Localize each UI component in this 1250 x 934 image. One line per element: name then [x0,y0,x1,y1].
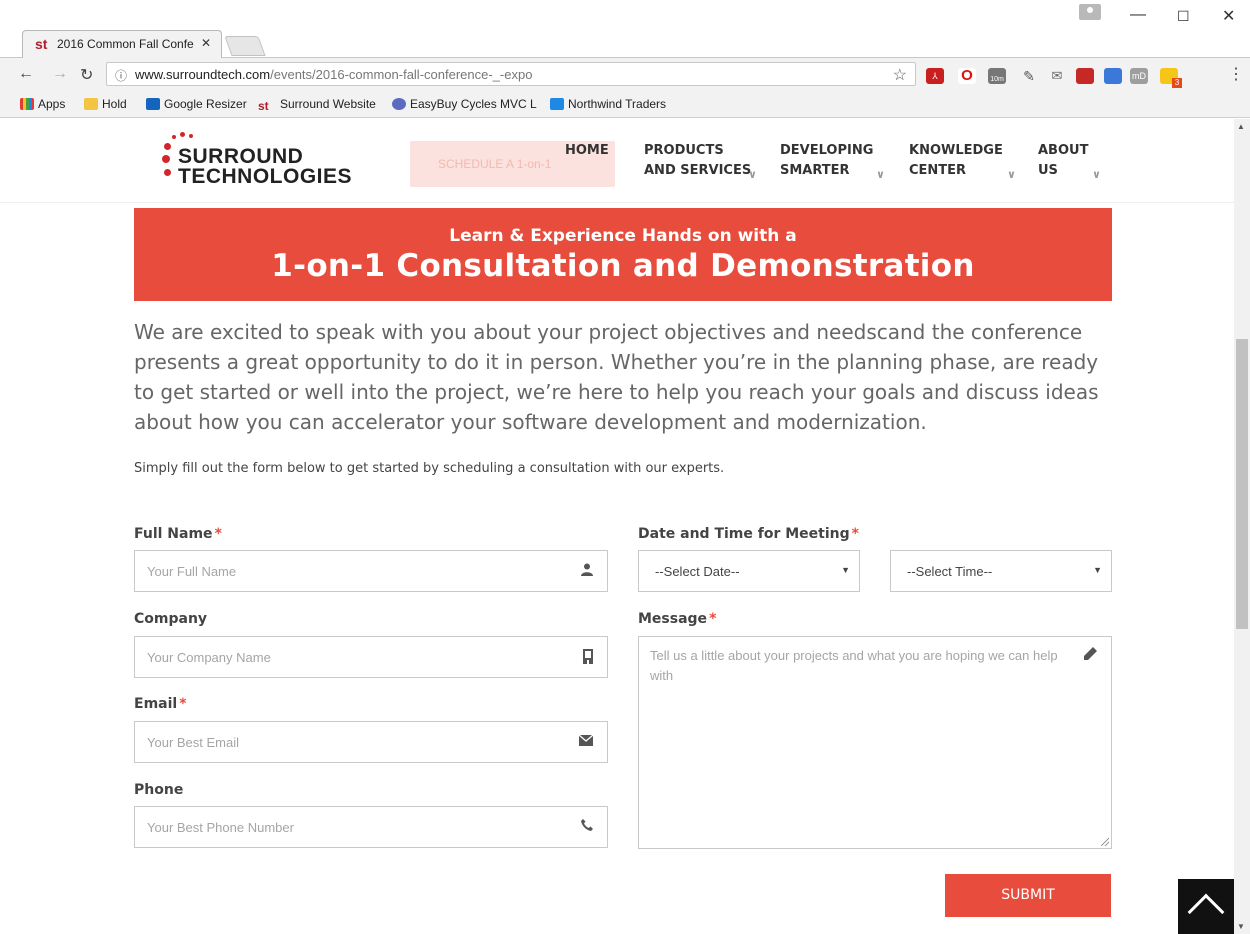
chevron-up-icon [1187,893,1225,931]
bookmark-apps[interactable]: Apps [20,97,65,111]
tab-strip: st 2016 Common Fall Confe ✕ — ☐ ✕ [0,0,1250,58]
company-input[interactable]: Your Company Name [134,636,608,678]
scroll-down-icon[interactable]: ▼ [1237,922,1245,931]
window-icon [550,98,564,110]
nav-products-and-services[interactable]: PRODUCTS AND SERVICES ∨ [644,141,757,181]
banner-subtitle: Learn & Experience Hands on with a [449,226,797,246]
browser-chrome: st 2016 Common Fall Confe ✕ — ☐ ✕ ← → ↻ … [0,0,1250,118]
markdown-extension-icon[interactable]: mD [1130,68,1148,84]
nav-developing-smarter[interactable]: DEVELOPING SMARTER ∨ [780,141,885,181]
submit-button[interactable]: SUBMIT [945,874,1111,917]
scroll-thumb[interactable] [1236,339,1248,629]
logo-line2: TECHNOLOGIES [178,165,353,188]
building-icon [583,649,593,667]
message-label: Message * [638,611,717,627]
url-text: www.surroundtech.com/events/2016-common-… [135,67,533,82]
page-viewport: SURROUND TECHNOLOGIES SCHEDULE A 1-on-1 … [0,119,1234,934]
page-scrollbar[interactable]: ▲ ▼ [1234,119,1250,934]
hero-banner: Learn & Experience Hands on with a 1-on-… [134,208,1112,301]
company-label: Company [134,611,208,627]
datetime-label: Date and Time for Meeting * [638,526,859,542]
scroll-up-icon[interactable]: ▲ [1237,122,1245,131]
surround-logo[interactable]: SURROUND TECHNOLOGIES [158,131,398,191]
full-name-label: Full Name * [134,526,222,542]
phone-input[interactable]: Your Best Phone Number [134,806,608,848]
eyedropper-extension-icon[interactable]: ✎ [1020,68,1038,84]
site-header: SURROUND TECHNOLOGIES SCHEDULE A 1-on-1 … [0,119,1234,203]
mail-extension-icon[interactable]: ✉ [1048,68,1066,84]
email-input[interactable]: Your Best Email [134,721,608,763]
address-bar[interactable]: ⓘ www.surroundtech.com/events/2016-commo… [106,62,916,86]
browser-toolbar: ← → ↻ ⓘ www.surroundtech.com/events/2016… [0,58,1250,92]
browser-tab-active[interactable]: st 2016 Common Fall Confe ✕ [22,30,222,58]
folder-icon [84,98,98,110]
bulb-extension-icon[interactable]: 3 [1160,68,1182,88]
surround-favicon-icon: st [258,99,269,113]
bookmark-hold[interactable]: Hold [84,97,127,111]
back-icon[interactable]: ← [18,65,34,83]
resize-handle[interactable] [1101,838,1109,846]
chevron-down-icon: ∨ [1007,168,1016,181]
minimize-icon[interactable]: — [1130,6,1146,24]
acrobat-extension-icon[interactable]: ⅄ [926,68,944,84]
bookmarks-bar: Apps Hold Google Resizer st Surround Webs… [0,92,1250,118]
intro-paragraph: We are excited to speak with you about y… [134,320,1099,434]
apps-grid-icon [20,98,34,110]
bookmark-google-resizer[interactable]: Google Resizer [146,97,247,111]
back-to-top-button[interactable] [1178,879,1234,934]
forward-icon[interactable]: → [52,65,68,83]
bookmark-star-icon[interactable]: ☆ [893,65,907,85]
timer-extension-icon[interactable]: 10m [988,68,1006,84]
tab-title: 2016 Common Fall Confe [57,37,194,51]
menu-kebab-icon[interactable]: ⋮ [1228,64,1244,84]
gd-icon [146,98,160,110]
bookmark-northwind[interactable]: Northwind Traders [550,97,666,111]
red-book-extension-icon[interactable] [1076,68,1094,84]
user-icon [581,563,593,579]
phone-icon [581,819,593,834]
chevron-down-icon: ∨ [876,168,885,181]
bookmark-surround-website[interactable]: st Surround Website [258,97,376,113]
date-select[interactable]: --Select Date-- ▼ [638,550,860,592]
message-textarea[interactable]: Tell us a little about your projects and… [638,636,1112,849]
full-name-input[interactable]: Your Full Name [134,550,608,592]
info-icon[interactable]: ⓘ [115,67,127,84]
reload-icon[interactable]: ↻ [80,65,93,85]
opera-extension-icon[interactable]: O [958,68,976,84]
caret-down-icon: ▼ [841,565,850,575]
time-select[interactable]: --Select Time-- ▼ [890,550,1112,592]
banner-title: 1-on-1 Consultation and Demonstration [271,248,975,284]
nav-home[interactable]: HOME [565,141,609,161]
pencil-icon [1084,647,1097,663]
new-tab-button[interactable] [224,36,266,56]
envelope-icon [578,734,594,749]
chevron-down-icon: ∨ [748,168,757,181]
caret-down-icon: ▼ [1093,565,1102,575]
email-label: Email * [134,696,187,712]
translate-extension-icon[interactable] [1104,68,1122,84]
bookmark-easybuy[interactable]: EasyBuy Cycles MVC L [392,97,537,111]
surround-favicon-icon: st [35,36,48,52]
nav-about-us[interactable]: ABOUT US ∨ [1038,141,1101,181]
profile-icon[interactable] [1079,4,1101,20]
globe-icon [392,98,406,110]
phone-label: Phone [134,782,184,798]
tab-close-icon[interactable]: ✕ [201,36,211,50]
chevron-down-icon: ∨ [1092,168,1101,181]
badge-count: 3 [1172,78,1182,88]
maximize-icon[interactable]: ☐ [1177,8,1190,25]
form-instructions: Simply fill out the form below to get st… [134,461,725,476]
close-window-icon[interactable]: ✕ [1222,6,1235,26]
nav-knowledge-center[interactable]: KNOWLEDGE CENTER ∨ [909,141,1016,181]
